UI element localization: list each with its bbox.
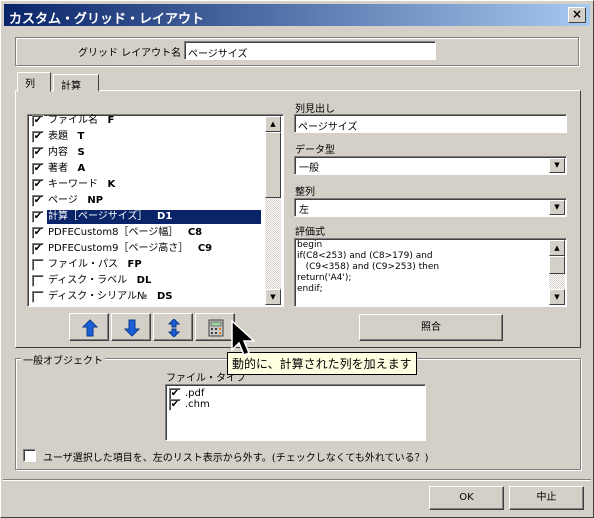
list-item[interactable]: ディスク・ラベル DL [30,273,261,289]
general-objects-label: 一般オブジェクト [21,352,105,367]
list-item-label: ファイル名 F [48,115,115,126]
scrollbar-thumb[interactable] [265,132,281,198]
list-item-checkbox[interactable] [32,259,44,271]
chevron-down-icon[interactable]: ▼ [549,200,565,215]
arrow-down-icon [123,319,141,337]
list-item[interactable]: ✔ PDFECustom9［ページ高さ］ C9 [30,241,261,257]
move-up-button[interactable] [69,313,109,341]
scroll-up-button[interactable]: ▲ [549,240,565,256]
formula-text: begin if(C8<253) and (C8>179) and (C9<35… [297,240,440,294]
close-button[interactable]: × [568,7,586,23]
list-item-checkbox[interactable]: ✔ [32,179,44,191]
list-item-label: ファイル・パス FP [48,259,142,270]
filetype-label-chm: .chm [185,399,210,410]
list-item[interactable]: ディスク・シリアル№ DS [30,289,261,305]
list-item-label: 表題 T [48,131,85,142]
list-item-checkbox[interactable] [32,275,44,287]
verify-button[interactable]: 照合 [359,314,503,341]
tooltip: 動的に、計算された列を加えます [227,352,417,375]
layout-name-frame: グリッド レイアウト名 ページサイズ [15,37,579,66]
list-item-checkbox[interactable]: ✔ [32,243,44,255]
datatype-label: データ型 [295,145,335,156]
arrow-up-icon [81,319,99,337]
swap-button[interactable] [153,313,193,341]
column-list-scrollbar[interactable]: ▲ ▼ [265,116,281,305]
tab-calculation[interactable]: 計算 [53,74,99,92]
list-item[interactable]: ✔ ファイル名 F [30,113,261,129]
formula-textarea[interactable]: begin if(C8<253) and (C8>179) and (C9<35… [294,238,567,307]
up-down-arrows-icon [167,319,181,337]
list-item[interactable]: ファイル・パス FP [30,257,261,273]
ok-button[interactable]: OK [429,486,504,510]
list-item[interactable]: ✔ 内容 S [30,145,261,161]
verify-button-label: 照合 [421,322,441,333]
align-value: 左 [299,205,309,216]
list-item-label: ディスク・ラベル DL [48,275,152,286]
list-item-label: 著者 A [48,163,86,174]
list-item-checkbox[interactable]: ✔ [32,115,44,127]
tab-calculation-label: 計算 [61,81,81,92]
list-item[interactable]: ✔ キーワード K [30,177,261,193]
header-input[interactable]: ページサイズ [294,114,567,133]
tooltip-text: 動的に、計算された列を加えます [232,357,412,371]
list-item-checkbox[interactable]: ✔ [32,131,44,143]
dialog-window: カスタム・グリッド・レイアウト × グリッド レイアウト名 ページサイズ 列 計… [0,0,594,518]
datatype-value: 一般 [299,163,319,174]
list-item-label: PDFECustom8［ページ幅］ C8 [48,227,203,238]
list-item-label: 内容 S [48,147,85,158]
list-item[interactable]: ✔ 表題 T [30,129,261,145]
list-item[interactable]: ✔ 著者 A [30,161,261,177]
list-item-label: キーワード K [48,179,116,190]
scroll-down-button[interactable]: ▼ [549,289,565,305]
column-list[interactable]: ✔ ファイル名 F ✔ 表題 T ✔ 内容 S ✔ 著者 A ✔ キーワード K… [27,114,284,307]
mouse-cursor-icon [231,320,255,356]
tab-columns[interactable]: 列 [17,72,51,92]
list-item[interactable]: ✔ .chm [169,398,400,414]
list-item-label: ディスク・シリアル№ DS [48,291,173,302]
layout-name-label: グリッド レイアウト名 [78,48,182,59]
filetype-list[interactable]: ✔ .pdf ✔ .chm [165,384,426,441]
scrollbar-thumb[interactable] [549,256,565,274]
title-bar: カスタム・グリッド・レイアウト × [4,4,590,27]
list-item-label: 計算［ページサイズ］ D1 [47,210,261,224]
cancel-button-label: 中止 [536,492,557,503]
exclude-option[interactable]: ユーザ選択した項目を、左のリスト表示から外す。(チェックしなくても外れている？) [23,448,573,464]
list-item-checkbox[interactable]: ✔ [32,147,44,159]
align-label: 整列 [295,187,315,198]
list-item-checkbox[interactable]: ✔ [32,195,44,207]
move-down-button[interactable] [111,313,151,341]
list-item-checkbox[interactable]: ✔ [32,211,44,223]
cancel-button[interactable]: 中止 [509,486,584,510]
exclude-checkbox[interactable] [23,449,36,462]
close-icon: × [571,7,583,21]
footer-separator [3,479,591,481]
scroll-up-button[interactable]: ▲ [265,116,281,132]
list-item[interactable]: ✔ ページ NP [30,193,261,209]
header-value: ページサイズ [298,122,358,133]
list-item-checkbox[interactable]: ✔ [32,227,44,239]
list-item-label: PDFECustom9［ページ高さ］ C9 [48,243,213,254]
ok-button-label: OK [459,492,474,503]
add-calculated-column-button[interactable] [195,313,235,341]
calculator-icon [208,319,224,337]
tab-columns-label: 列 [25,79,35,90]
list-item-checkbox[interactable] [32,291,44,303]
window-title: カスタム・グリッド・レイアウト [9,12,205,27]
header-label: 列見出し [295,104,335,115]
filetype-checkbox[interactable]: ✔ [169,399,181,411]
list-item-checkbox[interactable]: ✔ [32,163,44,175]
list-item-selected[interactable]: ✔ 計算［ページサイズ］ D1 [30,209,261,225]
list-item-label: ページ NP [48,195,104,206]
align-select[interactable]: 左 ▼ [294,198,567,217]
exclude-label: ユーザ選択した項目を、左のリスト表示から外す。(チェックしなくても外れている？) [43,453,429,464]
scroll-down-button[interactable]: ▼ [265,289,281,305]
formula-label: 評価式 [295,227,325,238]
formula-scrollbar[interactable]: ▲ ▼ [549,240,565,305]
chevron-down-icon[interactable]: ▼ [549,158,565,173]
list-item[interactable]: ✔ PDFECustom8［ページ幅］ C8 [30,225,261,241]
layout-name-input[interactable]: ページサイズ [184,41,436,60]
datatype-select[interactable]: 一般 ▼ [294,156,567,175]
layout-name-value: ページサイズ [188,49,248,60]
